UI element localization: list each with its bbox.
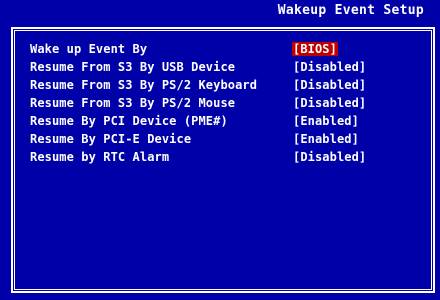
setting-label: Resume From S3 By PS/2 Mouse xyxy=(30,96,236,110)
setting-label: Resume From S3 By USB Device xyxy=(30,60,236,74)
setting-row-resume-rtc-alarm[interactable]: Resume by RTC Alarm [Disabled] xyxy=(30,148,367,166)
setting-label: Resume By PCI Device (PME#) xyxy=(30,114,228,128)
setting-label: Resume By PCI-E Device xyxy=(30,132,192,146)
setting-row-resume-s3-usb[interactable]: Resume From S3 By USB Device [Disabled] xyxy=(30,58,367,76)
page-title: Wakeup Event Setup xyxy=(277,3,424,18)
setting-value[interactable]: [Disabled] xyxy=(292,78,367,92)
setting-row-resume-pci-pme[interactable]: Resume By PCI Device (PME#) [Enabled] xyxy=(30,112,367,130)
title-bar: Wakeup Event Setup xyxy=(0,0,440,24)
setting-value[interactable]: [Disabled] xyxy=(292,150,367,164)
setting-row-resume-s3-ps2-mouse[interactable]: Resume From S3 By PS/2 Mouse [Disabled] xyxy=(30,94,367,112)
setting-label: Resume by RTC Alarm xyxy=(30,150,170,164)
setting-row-resume-pcie[interactable]: Resume By PCI-E Device [Enabled] xyxy=(30,130,367,148)
setting-value-selected[interactable]: [BIOS] xyxy=(292,42,338,56)
setting-value[interactable]: [Disabled] xyxy=(292,96,367,110)
setting-row-wake-up-event-by[interactable]: Wake up Event By [BIOS] xyxy=(30,40,367,58)
setting-value[interactable]: [Disabled] xyxy=(292,60,367,74)
setting-value[interactable]: [Enabled] xyxy=(292,114,360,128)
bios-screen: Wakeup Event Setup Wake up Event By [BIO… xyxy=(0,0,440,300)
setting-label: Wake up Event By xyxy=(30,42,148,56)
setting-value[interactable]: [Enabled] xyxy=(292,132,360,146)
settings-list: Wake up Event By [BIOS] Resume From S3 B… xyxy=(30,40,367,166)
setting-row-resume-s3-ps2-keyboard[interactable]: Resume From S3 By PS/2 Keyboard [Disable… xyxy=(30,76,367,94)
setting-label: Resume From S3 By PS/2 Keyboard xyxy=(30,78,258,92)
